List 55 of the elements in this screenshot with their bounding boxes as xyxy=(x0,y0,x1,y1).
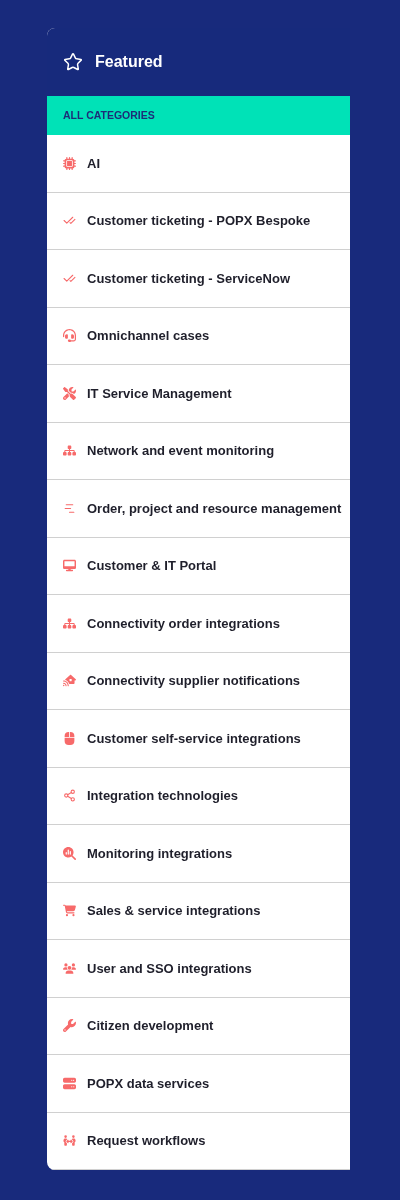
category-label: Connectivity supplier notifications xyxy=(87,672,301,690)
category-item[interactable]: POPX data services xyxy=(47,1055,350,1113)
star-icon xyxy=(63,52,83,72)
category-label: AI xyxy=(87,154,100,173)
network-icon xyxy=(62,444,76,458)
category-label: Customer ticketing - POPX Bespoke xyxy=(87,212,311,230)
category-item[interactable]: Customer & IT Portal xyxy=(47,537,350,595)
headset-icon xyxy=(62,329,76,343)
category-item[interactable]: Connectivity order integrations xyxy=(47,595,350,653)
category-item[interactable]: Omnichannel cases xyxy=(47,307,350,365)
category-item[interactable]: IT Service Management xyxy=(47,365,350,423)
category-label: Connectivity order integrations xyxy=(87,614,280,633)
category-label: Integration technologies xyxy=(87,787,238,805)
panel-title: Featured xyxy=(95,52,163,72)
cart-icon xyxy=(62,904,76,918)
chip-icon xyxy=(62,156,76,170)
network-icon xyxy=(62,616,76,630)
category-label: Network and event monitoring xyxy=(87,442,275,460)
category-item[interactable]: User and SSO integrations xyxy=(47,940,350,998)
category-label: Sales & service integrations xyxy=(87,902,261,920)
share-icon xyxy=(62,789,76,803)
category-label: IT Service Management xyxy=(87,384,232,403)
category-item[interactable]: Network and event monitoring xyxy=(47,422,350,480)
monitor-icon xyxy=(62,559,76,573)
category-label: Request workflows xyxy=(87,1132,206,1150)
chart-icon xyxy=(62,501,76,515)
category-label: Customer ticketing - ServiceNow xyxy=(87,269,290,288)
house-signal-icon xyxy=(62,674,76,688)
category-item[interactable]: AI xyxy=(47,135,350,193)
category-label: User and SSO integrations xyxy=(87,959,252,978)
category-item[interactable]: Customer ticketing - ServiceNow xyxy=(47,250,350,308)
category-item[interactable]: Connectivity supplier notifications xyxy=(47,652,350,710)
server-icon xyxy=(62,1076,76,1090)
section-label: ALL CATEGORIES xyxy=(63,107,155,123)
wrench-icon xyxy=(62,1019,76,1033)
category-label: POPX data services xyxy=(87,1074,210,1093)
category-item[interactable]: Sales & service integrations xyxy=(47,882,350,940)
users-icon xyxy=(62,961,76,975)
category-label: Monitoring integrations xyxy=(87,844,233,863)
mouse-icon xyxy=(62,731,76,745)
category-item[interactable]: Citizen development xyxy=(47,997,350,1055)
category-item[interactable]: Request workflows xyxy=(47,1112,350,1170)
people-arrows-icon xyxy=(62,1134,76,1148)
category-label: Omnichannel cases xyxy=(87,327,210,345)
category-label: Customer & IT Portal xyxy=(87,557,217,575)
category-label: Citizen development xyxy=(87,1017,214,1035)
category-label: Customer self-service integrations xyxy=(87,729,301,748)
magnifier-icon xyxy=(62,846,76,860)
category-item[interactable]: Customer self-service integrations xyxy=(47,710,350,768)
category-item[interactable]: Monitoring integrations xyxy=(47,825,350,883)
category-item[interactable]: Integration technologies xyxy=(47,767,350,825)
category-item[interactable]: Customer ticketing - POPX Bespoke xyxy=(47,192,350,250)
tools-icon xyxy=(62,386,76,400)
category-label: Order, project and resource management xyxy=(87,499,342,518)
category-item[interactable]: Order, project and resource management xyxy=(47,480,350,538)
